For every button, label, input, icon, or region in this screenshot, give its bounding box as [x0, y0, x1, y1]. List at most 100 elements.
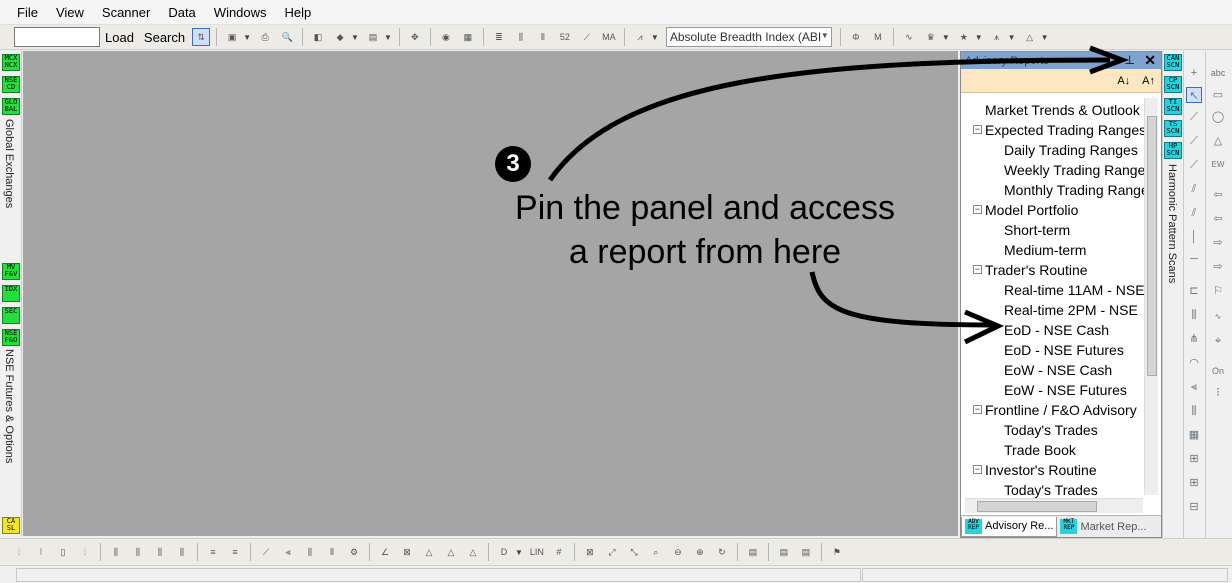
com-tam-icon[interactable]: ∿ [900, 28, 918, 46]
bars-icon[interactable]: ⫴ [534, 28, 552, 46]
auto-fibo-icon[interactable]: Φ [847, 28, 865, 46]
panel-title-bar[interactable]: Advisory Reports ⊥ ✕ [961, 52, 1161, 69]
chart-type-icon[interactable]: ◧ [309, 28, 327, 46]
vertical-line-icon[interactable]: │ [1186, 229, 1202, 245]
triangle-icon[interactable]: △ [442, 543, 460, 561]
bracket-icon[interactable]: ⊏ [1186, 283, 1202, 299]
tree-group[interactable]: Frontline / F&O Advisory [985, 400, 1137, 420]
chart-workspace[interactable] [23, 51, 958, 536]
tab-mcx-ncx[interactable]: MCX NCX [2, 54, 20, 71]
angle-icon[interactable]: ∠ [376, 543, 394, 561]
tab-mv-fv[interactable]: MV F&V [2, 263, 20, 280]
bars-icon[interactable]: ⫴ [323, 543, 341, 561]
week52-icon[interactable]: 52 [556, 28, 574, 46]
save-icon[interactable]: ▣ [223, 28, 241, 46]
study-icon[interactable]: ⫼ [173, 543, 191, 561]
menu-data[interactable]: Data [159, 5, 204, 20]
scrollbar-thumb[interactable] [977, 501, 1097, 512]
indicator-icon[interactable]: ▤ [364, 28, 382, 46]
tab-ti-scn[interactable]: TI SCN [1164, 98, 1182, 115]
tree-item[interactable]: Trade Book [1004, 440, 1076, 460]
menu-help[interactable]: Help [276, 5, 321, 20]
text-tool-icon[interactable]: abc [1210, 65, 1226, 81]
box-icon[interactable]: ⊞ [1186, 451, 1202, 467]
font-smaller-button[interactable]: A↓ [1117, 75, 1130, 87]
arrow-left-icon[interactable]: ⇦ [1210, 187, 1226, 203]
print-icon[interactable]: ⎙ [256, 28, 274, 46]
global-exchanges-label[interactable]: Global Exchanges [3, 119, 15, 208]
wave-icon[interactable]: ∿ [1210, 309, 1226, 325]
fan-icon[interactable]: ⫷ [279, 543, 297, 561]
chart-line-icon[interactable]: ⦙ [10, 543, 28, 561]
search-button[interactable]: Search [139, 30, 190, 45]
flag-icon[interactable]: ⚐ [1210, 283, 1226, 299]
tree-item[interactable]: Medium-term [1004, 240, 1086, 260]
channel-icon[interactable]: ⫽ [1186, 181, 1202, 197]
chevron-down-icon[interactable]: ▼ [243, 33, 251, 42]
arrow-right-icon[interactable]: ⇨ [1210, 259, 1226, 275]
extended-line-icon[interactable]: ⟋ [1186, 157, 1202, 173]
tab-global[interactable]: GLO BAL [2, 98, 20, 115]
pitchfork-icon[interactable]: ⋔ [1186, 331, 1202, 347]
chevron-down-icon[interactable]: ▼ [1041, 33, 1049, 42]
tag-icon[interactable]: ⌖ [1210, 333, 1226, 349]
ma-icon[interactable]: MA [600, 28, 618, 46]
fan-icon[interactable]: ⫷ [1186, 379, 1202, 395]
chevron-down-icon[interactable]: ▼ [384, 33, 392, 42]
list-icon[interactable]: ≣ [490, 28, 508, 46]
breadth-icon[interactable]: ⩘ [631, 28, 649, 46]
tree-item[interactable]: Monthly Trading Ranges [1004, 180, 1145, 200]
lin-icon[interactable]: LIN [528, 543, 546, 561]
font-larger-button[interactable]: A↑ [1142, 75, 1155, 87]
tree-item[interactable]: Weekly Trading Ranges [1004, 160, 1145, 180]
parallel-icon[interactable]: ⫽ [1186, 205, 1202, 221]
pattern-icon[interactable]: ⩚ [988, 28, 1006, 46]
ellipse-icon[interactable]: ◯ [1210, 109, 1226, 125]
zoom-in-icon[interactable]: ⊕ [691, 543, 709, 561]
slope-icon[interactable]: ⟋ [257, 543, 275, 561]
pointer-icon[interactable]: ↖ [1186, 87, 1202, 103]
grid-icon[interactable]: ▦ [1186, 427, 1202, 443]
chevron-down-icon[interactable]: ▼ [351, 33, 359, 42]
chevron-down-icon[interactable]: ▼ [651, 33, 659, 42]
tree-vertical-scrollbar[interactable] [1144, 98, 1158, 495]
chevron-down-icon[interactable]: ▼ [942, 33, 950, 42]
level-icon[interactable]: ≡ [226, 543, 244, 561]
alerts-icon[interactable]: ⚑ [828, 543, 846, 561]
tree-horizontal-scrollbar[interactable] [965, 498, 1143, 513]
box-icon[interactable]: ⊠ [398, 543, 416, 561]
tab-advisory-reports[interactable]: ADV REP Advisory Re... [961, 516, 1058, 537]
d-icon[interactable]: D [495, 543, 513, 561]
tree-item[interactable]: Daily Trading Ranges [1004, 140, 1138, 160]
expand-collapse-icon[interactable]: − [973, 465, 982, 474]
expand-collapse-icon[interactable]: − [973, 405, 982, 414]
pin-icon[interactable]: ⊥ [1125, 53, 1135, 67]
volume-icon[interactable]: ⫼ [301, 543, 319, 561]
tree-group[interactable]: Investor's Routine [985, 460, 1097, 480]
tab-sec[interactable]: SEC [2, 307, 20, 324]
expand-icon[interactable]: ⤢ [603, 543, 621, 561]
tab-nse-cd[interactable]: NSE CD [2, 76, 20, 93]
report-icon[interactable]: ▤ [744, 543, 762, 561]
tree-item[interactable]: EoD - NSE Cash [1004, 320, 1109, 340]
harmonic-icon[interactable]: △ [1021, 28, 1039, 46]
chart-hlc-icon[interactable]: ⦙ [76, 543, 94, 561]
arrow-right-icon[interactable]: ⇨ [1210, 235, 1226, 251]
signal-icon[interactable]: ◆ [331, 28, 349, 46]
tab-can-scn[interactable]: CAN SCN [1164, 54, 1182, 71]
menu-scanner[interactable]: Scanner [93, 5, 159, 20]
study-icon[interactable]: ⫼ [129, 543, 147, 561]
tree-group[interactable]: Market Trends & Outlook [985, 100, 1140, 120]
chart-candle-icon[interactable]: ▯ [54, 543, 72, 561]
menu-view[interactable]: View [47, 5, 93, 20]
nse-futures-options-label[interactable]: NSE Futures & Options [3, 349, 15, 463]
zoom-area-icon[interactable]: ⤡ [625, 543, 643, 561]
chart-ohlc-icon[interactable]: ⦚ [32, 543, 50, 561]
tree-item[interactable]: Today's Trades [1004, 420, 1098, 440]
tab-ts-scn[interactable]: TS SCN [1164, 120, 1182, 137]
load-button[interactable]: Load [100, 30, 139, 45]
tree-item[interactable]: Real-time 2PM - NSE [1004, 300, 1138, 320]
zoom-out-icon[interactable]: ⊖ [669, 543, 687, 561]
expand-collapse-icon[interactable]: − [973, 265, 982, 274]
study-icon[interactable]: ⫼ [151, 543, 169, 561]
